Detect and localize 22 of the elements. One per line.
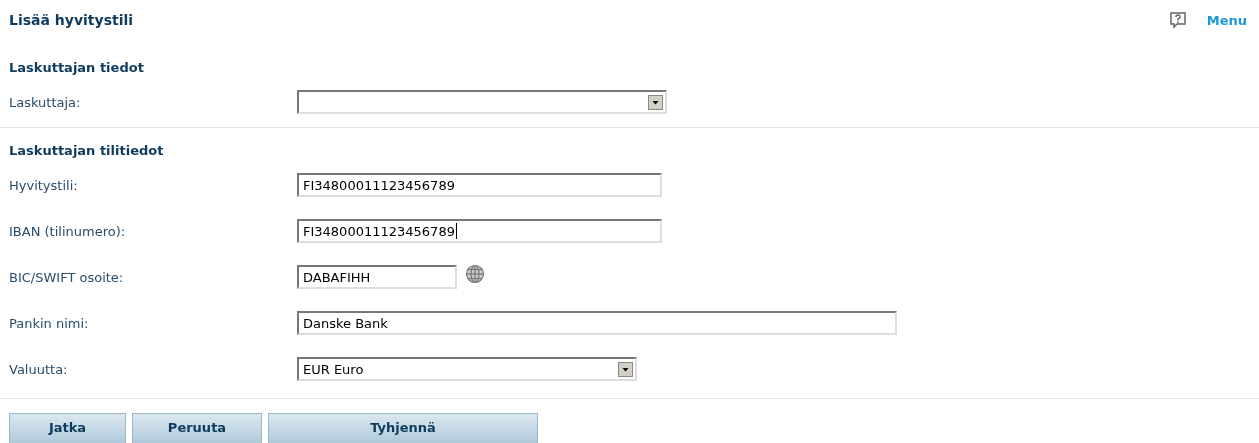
dropdown[interactable] xyxy=(297,90,667,114)
dropdown[interactable]: EUR Euro xyxy=(297,357,637,381)
caret-icon xyxy=(648,94,663,110)
input-field[interactable]: FI34800011123456789 xyxy=(297,219,662,243)
section-heading: Laskuttajan tilitiedot xyxy=(8,141,165,160)
input-field[interactable]: FI34800011123456789 xyxy=(297,173,662,197)
section-heading: Laskuttajan tiedot xyxy=(8,58,145,77)
help-icon[interactable] xyxy=(1168,11,1187,29)
field-label: Pankin nimi: xyxy=(8,315,90,331)
field-label: IBAN (tilinumero): xyxy=(8,223,127,239)
input-field[interactable]: Danske Bank xyxy=(297,311,897,335)
field-label: Hyvitystili: xyxy=(8,177,79,193)
input-field[interactable]: DABAFIHH xyxy=(297,265,457,289)
action-button[interactable]: Jatka xyxy=(9,413,126,443)
page-title: Lisää hyvitystili xyxy=(9,12,134,28)
action-button[interactable]: Tyhjennä xyxy=(268,413,538,443)
caret-icon xyxy=(618,361,633,377)
field-label: BIC/SWIFT osoite: xyxy=(8,269,125,285)
action-button[interactable]: Peruuta xyxy=(132,413,262,443)
field-label: Laskuttaja: xyxy=(8,94,82,110)
field-label: Valuutta: xyxy=(8,361,69,377)
globe-icon[interactable] xyxy=(465,264,485,284)
